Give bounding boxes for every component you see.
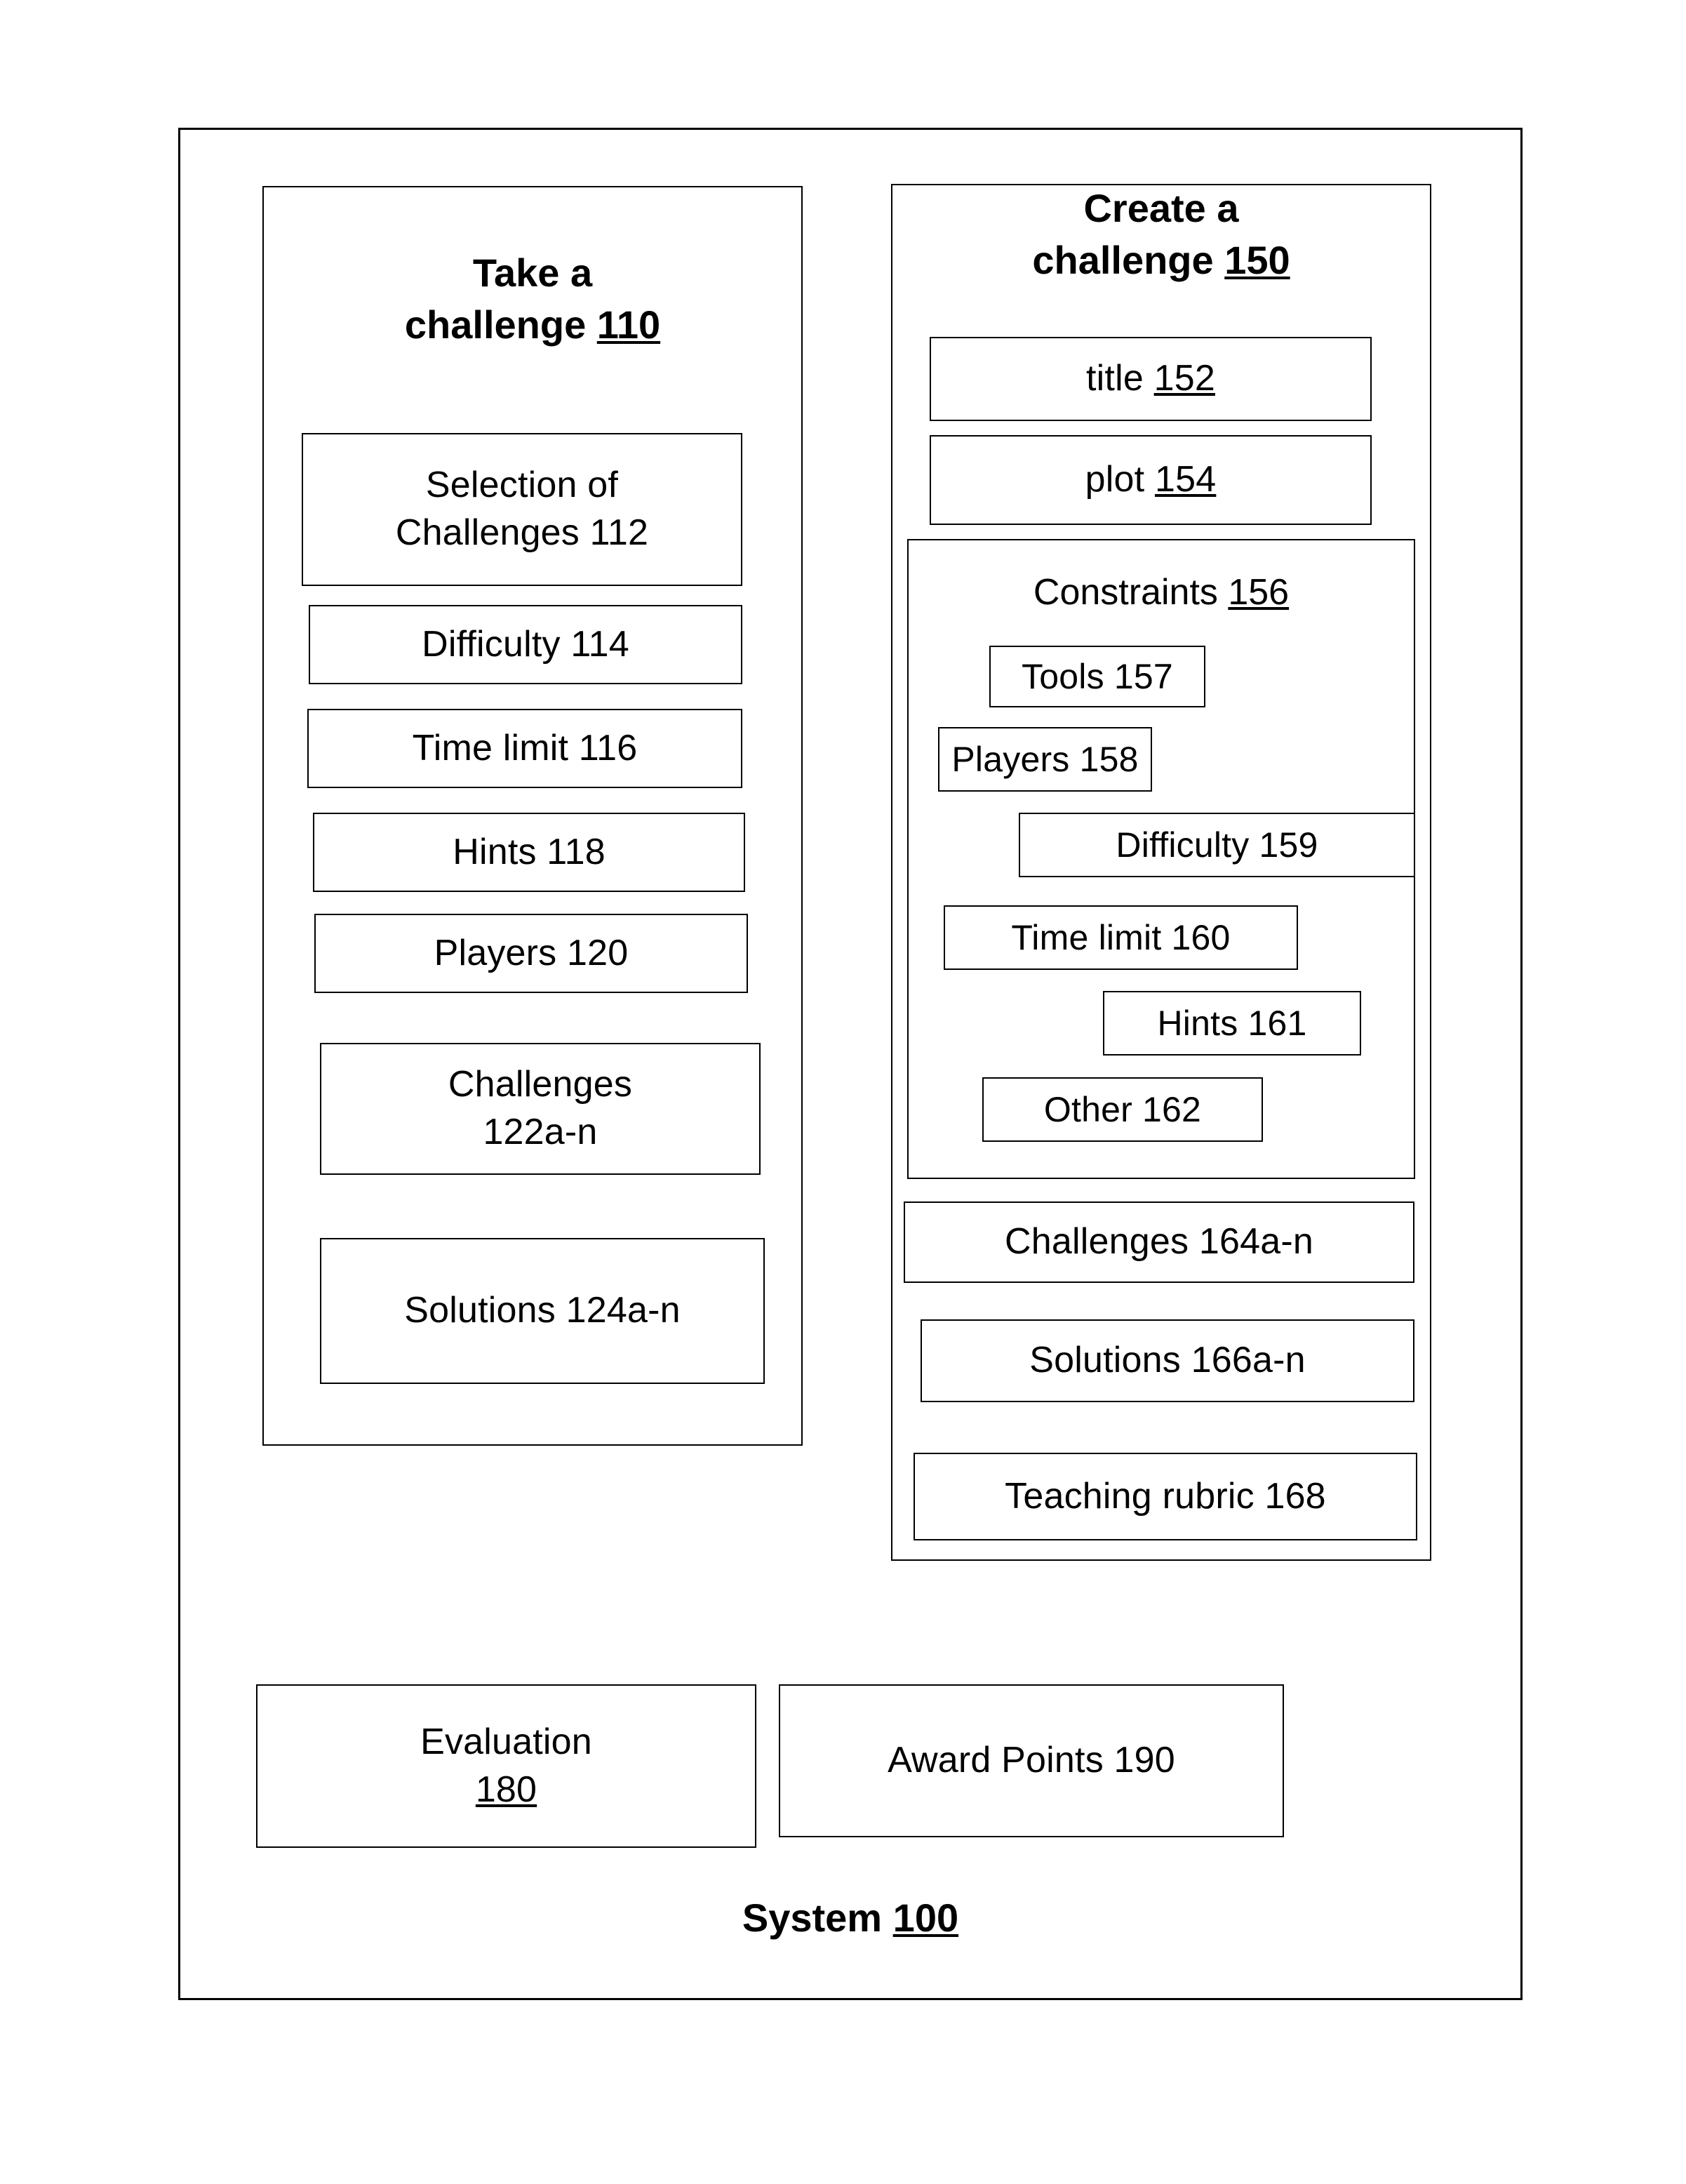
plot-154-text: plot — [1085, 459, 1155, 500]
time-limit-160-box[interactable]: Time limit 160 — [944, 905, 1298, 970]
challenges-122-box[interactable]: Challenges 122a-n — [320, 1043, 761, 1175]
take-a-challenge-title-text: Take a challenge — [404, 251, 593, 347]
title-152-box[interactable]: title 152 — [930, 337, 1372, 421]
create-a-challenge-title-text: Create a challenge — [1032, 186, 1239, 282]
challenges-164-label: Challenges 164a-n — [1005, 1221, 1313, 1263]
system-100-caption: System 100 — [178, 1895, 1523, 1940]
time-limit-116-label: Time limit 116 — [412, 727, 638, 768]
selection-of-challenges-box[interactable]: Selection of Challenges 112 — [302, 433, 742, 586]
difficulty-159-label: Difficulty 159 — [1116, 825, 1318, 865]
title-152-ref: 152 — [1153, 358, 1215, 399]
take-a-challenge-title: Take a challenge 110 — [262, 247, 803, 351]
hints-118-label: Hints 118 — [453, 831, 606, 872]
players-158-box[interactable]: Players 158 — [938, 727, 1152, 792]
other-162-box[interactable]: Other 162 — [982, 1077, 1263, 1142]
solutions-166-box[interactable]: Solutions 166a-n — [921, 1319, 1414, 1402]
plot-154-label: plot 154 — [1085, 456, 1217, 504]
tools-157-box[interactable]: Tools 157 — [989, 646, 1205, 707]
tools-157-label: Tools 157 — [1022, 656, 1173, 696]
teaching-rubric-168-box[interactable]: Teaching rubric 168 — [914, 1453, 1417, 1540]
create-a-challenge-title: Create a challenge 150 — [891, 182, 1431, 286]
system-100-ref: 100 — [892, 1896, 959, 1940]
constraints-156-heading-text: Constraints — [1033, 572, 1229, 613]
evaluation-180-box[interactable]: Evaluation 180 — [256, 1684, 756, 1848]
hints-161-box[interactable]: Hints 161 — [1103, 991, 1361, 1056]
award-points-190-box[interactable]: Award Points 190 — [779, 1684, 1284, 1837]
hints-118-box[interactable]: Hints 118 — [313, 813, 745, 892]
challenges-164-box[interactable]: Challenges 164a-n — [904, 1201, 1414, 1283]
players-158-label: Players 158 — [951, 739, 1139, 779]
other-162-label: Other 162 — [1043, 1089, 1202, 1129]
solutions-166-label: Solutions 166a-n — [1029, 1340, 1306, 1381]
difficulty-159-box[interactable]: Difficulty 159 — [1019, 813, 1415, 877]
system-100-text: System — [742, 1896, 893, 1940]
hints-161-label: Hints 161 — [1157, 1003, 1307, 1043]
difficulty-114-label: Difficulty 114 — [422, 623, 629, 665]
challenges-122-label: Challenges 122a-n — [448, 1064, 633, 1152]
constraints-156-heading: Constraints 156 — [907, 568, 1415, 617]
evaluation-180-ref: 180 — [475, 1769, 537, 1810]
selection-of-challenges-label: Selection of Challenges 112 — [395, 465, 649, 553]
solutions-124-label: Solutions 124a-n — [404, 1290, 681, 1331]
patent-figure: Take a challenge 110 Selection of Challe… — [0, 0, 1686, 2184]
award-points-190-label: Award Points 190 — [888, 1740, 1175, 1781]
plot-154-box[interactable]: plot 154 — [930, 435, 1372, 525]
title-152-label: title 152 — [1086, 355, 1215, 403]
constraints-156-ref: 156 — [1228, 572, 1290, 613]
evaluation-180-text: Evaluation — [420, 1721, 592, 1762]
solutions-124-box[interactable]: Solutions 124a-n — [320, 1238, 765, 1384]
difficulty-114-box[interactable]: Difficulty 114 — [309, 605, 742, 684]
plot-154-ref: 154 — [1154, 459, 1217, 500]
teaching-rubric-168-label: Teaching rubric 168 — [1005, 1475, 1326, 1517]
evaluation-180-label: Evaluation 180 — [420, 1719, 592, 1813]
time-limit-160-label: Time limit 160 — [1011, 917, 1231, 957]
create-a-challenge-ref: 150 — [1224, 237, 1290, 282]
title-152-text: title — [1086, 358, 1154, 399]
players-120-label: Players 120 — [434, 932, 629, 973]
take-a-challenge-ref: 110 — [596, 302, 661, 347]
players-120-box[interactable]: Players 120 — [314, 914, 748, 993]
time-limit-116-box[interactable]: Time limit 116 — [307, 709, 742, 788]
